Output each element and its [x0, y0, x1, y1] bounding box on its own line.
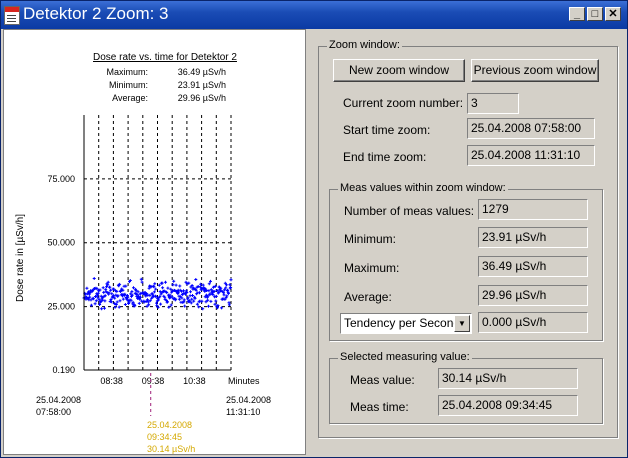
stat-min-value: 23.91 µSv/h: [178, 80, 226, 90]
meas-value-label: Meas value:: [350, 373, 415, 387]
controls-pane: Zoom window: New zoom window Previous zo…: [314, 29, 624, 455]
current-zoom-number-label: Current zoom number:: [343, 96, 464, 110]
tendency-select-value: Tendency per Second: [344, 316, 461, 330]
x-tick-label: 08:38: [100, 376, 123, 386]
stat-max-label: Maximum:: [106, 67, 148, 77]
y-tick-label: 0.190: [52, 365, 75, 375]
y-tick-labels: 0.190 25.000 50.000 75.000: [47, 174, 75, 375]
meas-min-field: 23.91 µSv/h: [478, 227, 588, 248]
zoom-window-group-label: Zoom window:: [327, 39, 402, 51]
title-bar[interactable]: Detektor 2 Zoom: 3 _ □ ✕: [1, 1, 627, 29]
meas-values-group: Meas values within zoom window: Number o…: [329, 182, 603, 341]
meas-values-group-label: Meas values within zoom window:: [338, 182, 508, 194]
grid-lines: [84, 115, 232, 370]
data-point-markers: [82, 277, 233, 311]
start-time-label: 07:58:00: [36, 407, 71, 417]
stat-avg-label: Average:: [112, 93, 148, 103]
meas-time-label: Meas time:: [350, 400, 409, 414]
x-axis-unit-label: Minutes: [228, 376, 260, 386]
app-icon: [4, 6, 20, 25]
x-tick-label: 10:38: [183, 376, 206, 386]
data-points: [82, 277, 233, 311]
cursor-date-label: 25.04.2008: [147, 420, 192, 430]
minimize-button[interactable]: _: [569, 7, 585, 21]
meas-time-field: 25.04.2008 09:34:45: [438, 395, 578, 416]
meas-count-label: Number of meas values:: [344, 204, 475, 218]
y-axis-label: Dose rate in [µSv/h]: [15, 214, 26, 302]
y-tick-label: 50.000: [47, 238, 75, 248]
selected-value-group: Selected measuring value: Meas value: 30…: [329, 351, 603, 424]
stat-min-label: Minimum:: [109, 80, 148, 90]
meas-avg-field: 29.96 µSv/h: [478, 285, 588, 306]
y-tick-label: 75.000: [47, 174, 75, 184]
meas-value-field: 30.14 µSv/h: [438, 368, 578, 389]
dose-rate-chart[interactable]: Dose rate vs. time for Detektor 2 Maximu…: [4, 30, 305, 454]
previous-zoom-window-button[interactable]: Previous zoom window: [471, 59, 599, 82]
x-tick-labels: 08:38 09:38 10:38: [100, 376, 205, 386]
dropdown-arrow-icon[interactable]: ▼: [454, 315, 470, 332]
end-time-zoom-label: End time zoom:: [343, 150, 427, 164]
start-time-zoom-label: Start time zoom:: [343, 123, 431, 137]
current-zoom-number-field: 3: [467, 93, 519, 114]
meas-avg-label: Average:: [344, 290, 392, 304]
chart-pane[interactable]: Dose rate vs. time for Detektor 2 Maximu…: [3, 29, 306, 455]
cursor-time-label: 09:34:45: [147, 432, 182, 442]
window-title: Detektor 2 Zoom: 3: [23, 4, 169, 23]
cursor-value-label: 30.14 µSv/h: [147, 444, 195, 454]
tendency-value-field: 0.000 µSv/h: [478, 312, 588, 333]
end-time-label: 11:31:10: [226, 407, 260, 417]
stat-max-value: 36.49 µSv/h: [178, 67, 226, 77]
y-tick-label: 25.000: [47, 302, 75, 312]
new-zoom-window-button[interactable]: New zoom window: [333, 59, 465, 82]
meas-max-label: Maximum:: [344, 261, 400, 275]
maximize-button[interactable]: □: [587, 7, 603, 21]
meas-min-label: Minimum:: [344, 232, 397, 246]
meas-max-field: 36.49 µSv/h: [478, 256, 588, 277]
tendency-select[interactable]: Tendency per Second ▼: [340, 313, 472, 334]
stat-avg-value: 29.96 µSv/h: [178, 93, 226, 103]
start-time-zoom-field: 25.04.2008 07:58:00: [467, 118, 595, 139]
end-date-label: 25.04.2008: [226, 395, 271, 405]
zoom-window: Detektor 2 Zoom: 3 _ □ ✕ Dose rate vs. t…: [0, 0, 628, 458]
zoom-window-group: Zoom window: New zoom window Previous zo…: [318, 39, 618, 438]
start-date-label: 25.04.2008: [36, 395, 81, 405]
chart-title: Dose rate vs. time for Detektor 2: [93, 52, 237, 63]
meas-count-field: 1279: [478, 199, 588, 220]
selected-value-group-label: Selected measuring value:: [338, 351, 472, 363]
close-button[interactable]: ✕: [605, 7, 621, 21]
end-time-zoom-field: 25.04.2008 11:31:10: [467, 145, 595, 166]
x-tick-label: 09:38: [142, 376, 165, 386]
